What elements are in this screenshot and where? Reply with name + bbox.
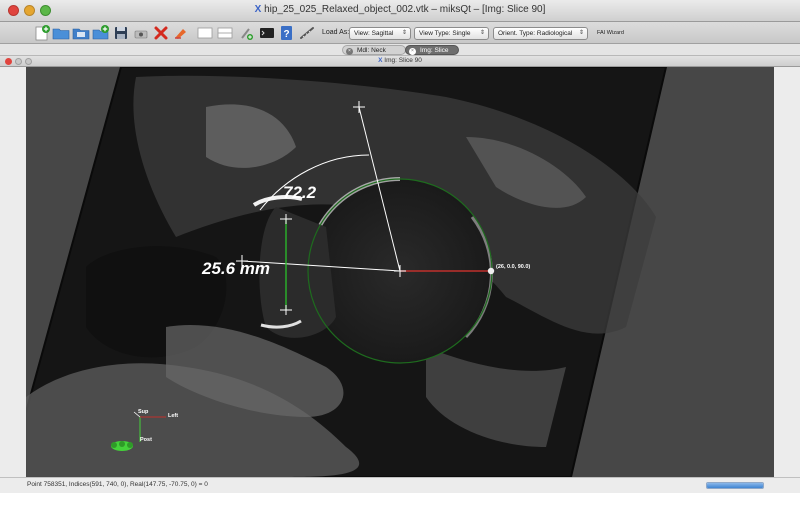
tab-bar: × Mdl: Neck Axis × Img: Slice 90: [0, 44, 800, 64]
updown-arrows-icon: ⇕: [479, 30, 485, 36]
fai-wizard-button[interactable]: FAI Wizard: [597, 30, 624, 36]
left-margin: [0, 67, 26, 477]
x-logo-icon: X: [378, 57, 383, 64]
point-coord-label: (26, 0.0, 90.0): [496, 264, 530, 270]
progress-bar-fill: [707, 483, 763, 488]
close-icon[interactable]: ×: [409, 47, 416, 55]
status-text: Point 758351, Indices(591, 740, 0), Real…: [27, 481, 208, 488]
delete-icon[interactable]: [152, 25, 170, 41]
close-icon[interactable]: ×: [346, 47, 353, 55]
subwindow-title-bar: X Img: Slice 90: [0, 56, 800, 67]
updown-arrows-icon: ⇕: [578, 30, 584, 36]
view-type-select-value: View Type: Single: [419, 30, 471, 37]
subwindow-title-text: Img: Slice 90: [384, 57, 422, 64]
clear-icon[interactable]: [172, 25, 190, 41]
tab-img-slice-90[interactable]: × Img: Slice 90: [405, 45, 459, 64]
view-select[interactable]: View: Sagittal ⇕: [349, 27, 411, 40]
view-type-select[interactable]: View Type: Single ⇕: [414, 27, 489, 40]
load-as-label: Load As:: [322, 29, 350, 36]
updown-arrows-icon: ⇕: [401, 30, 407, 36]
angle-label: 72.2: [283, 183, 317, 202]
x-logo-icon: X: [254, 4, 262, 15]
window-title: X hip_25_025_Relaxed_object_002.vtk – mi…: [0, 4, 800, 15]
svg-text:?: ?: [283, 29, 289, 40]
open-series-icon[interactable]: [72, 25, 90, 41]
orientation-post-label: Post: [140, 437, 152, 443]
title-bar: X hip_25_025_Relaxed_object_002.vtk – mi…: [0, 0, 800, 22]
orient-type-select-value: Orient. Type: Radiological: [498, 30, 573, 37]
screenshot-icon[interactable]: [132, 25, 150, 41]
help-icon[interactable]: ?: [278, 25, 296, 41]
progress-bar: [706, 482, 764, 489]
measure-icon[interactable]: [298, 25, 316, 41]
tab-mdl-neck-axis[interactable]: × Mdl: Neck Axis: [342, 45, 406, 64]
orient-type-select[interactable]: Orient. Type: Radiological ⇕: [493, 27, 588, 40]
orientation-left-label: Left: [168, 413, 178, 419]
status-bar: Point 758351, Indices(591, 740, 0), Real…: [0, 477, 800, 493]
new-icon[interactable]: [33, 25, 51, 41]
subwindow-title: X Img: Slice 90: [0, 57, 800, 64]
terminal-icon[interactable]: [258, 25, 276, 41]
save-icon[interactable]: [112, 25, 130, 41]
desktop-background: [0, 493, 800, 527]
open-folder-icon[interactable]: [52, 25, 70, 41]
axis-end-point[interactable]: [487, 267, 495, 275]
pick-icon[interactable]: [238, 25, 256, 41]
window-title-text: hip_25_025_Relaxed_object_002.vtk – miks…: [264, 4, 546, 15]
femoral-neck: [259, 207, 336, 338]
view-select-value: View: Sagittal: [354, 30, 394, 37]
orientation-sup-label: Sup: [138, 409, 149, 415]
image-viewport[interactable]: (26, 0.0, 90.0) 72.2 25.6 mm Sup Left Po…: [26, 67, 774, 477]
distance-label: 25.6 mm: [201, 259, 270, 278]
layout-split-icon[interactable]: [216, 25, 234, 41]
add-icon[interactable]: [92, 25, 110, 41]
mri-slice-canvas[interactable]: (26, 0.0, 90.0) 72.2 25.6 mm Sup Left Po…: [26, 67, 774, 477]
layout-single-icon[interactable]: [196, 25, 214, 41]
right-margin: [774, 67, 800, 477]
main-toolbar: ? Load As: View: Sagittal ⇕ View Type: S…: [0, 22, 800, 44]
